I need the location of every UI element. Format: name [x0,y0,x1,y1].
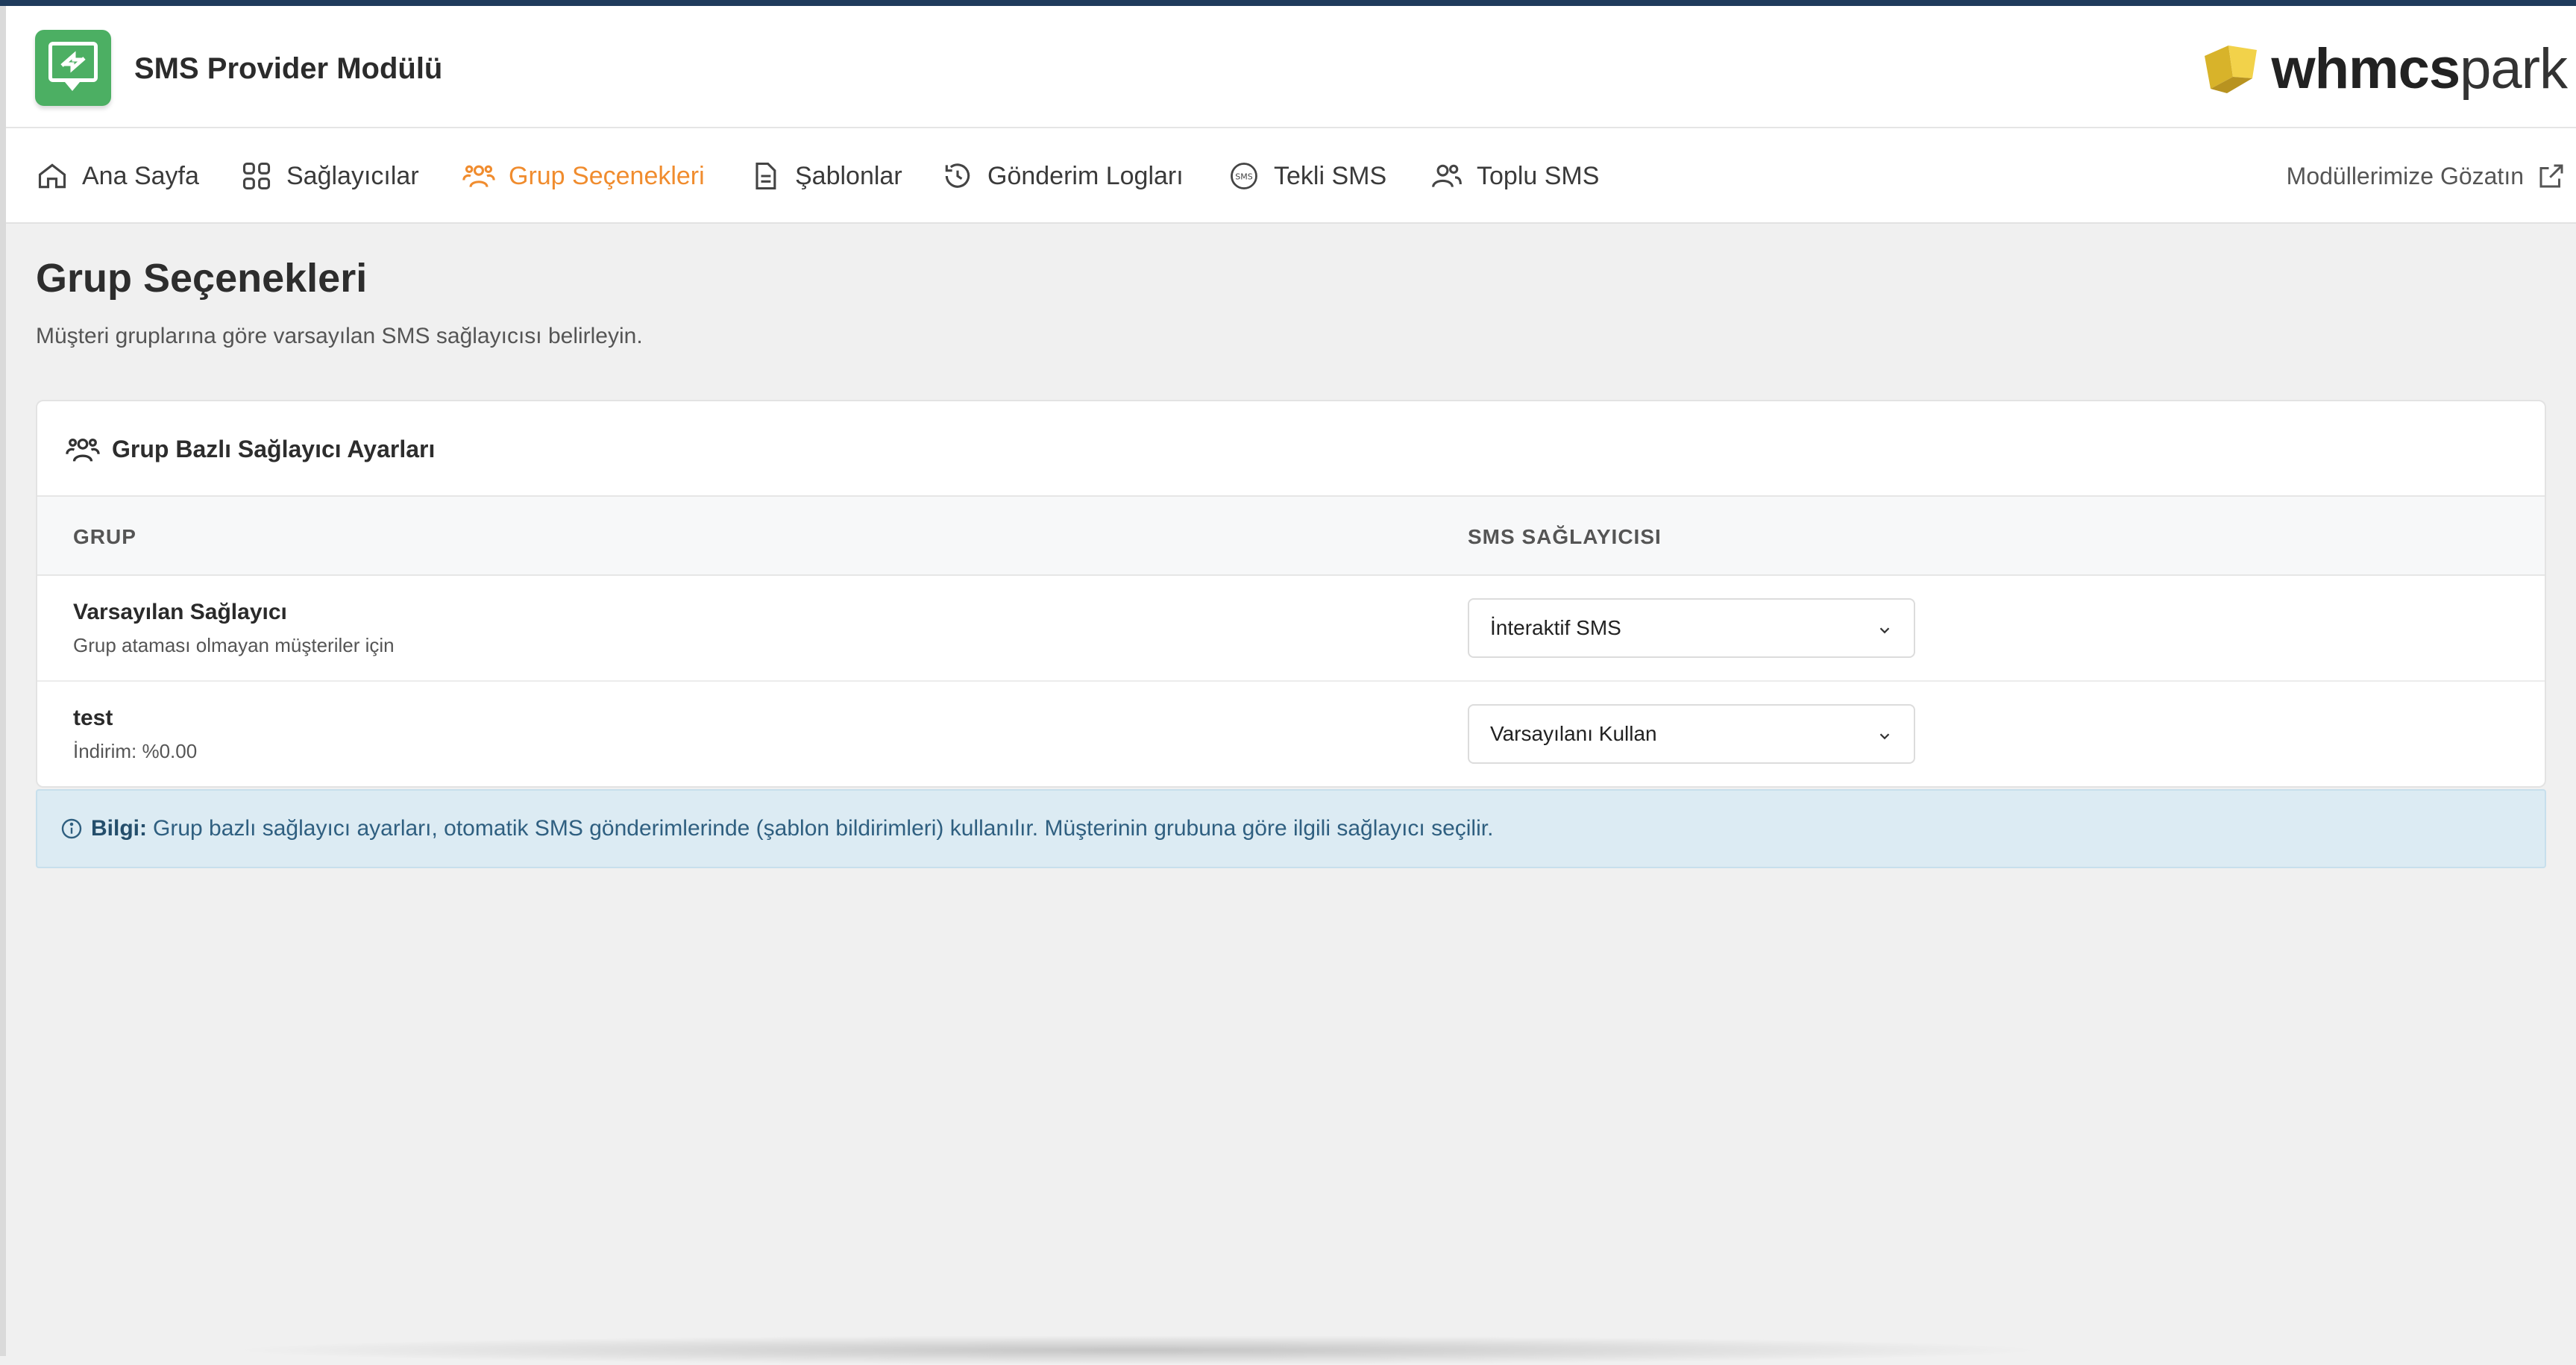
svg-text:SMS: SMS [1235,172,1252,182]
tab-gonderim-loglari[interactable]: Gönderim Logları [941,155,1184,197]
app-header: SMS Provider Modülü whmcspark [6,6,2576,128]
user-group-icon [1432,164,1462,188]
provider-select[interactable]: Varsayılanı Kullan [1468,704,1915,764]
tab-ana-sayfa[interactable]: Ana Sayfa [36,155,199,197]
table-row: test İndirim: %0.00 Varsayılanı Kullan [37,682,2545,786]
tab-grup-secenekleri[interactable]: Grup Seçenekleri [462,155,705,197]
external-link-icon [2539,164,2563,188]
grid-icon [242,162,271,190]
info-alert: Bilgi: Grup bazlı sağlayıcı ayarları, ot… [36,789,2546,868]
group-name: test [73,706,113,730]
column-header-provider: SMS SAĞLAYICISI [1468,525,1662,548]
tab-saglayicilar[interactable]: Sağlayıcılar [240,155,419,197]
group-name: Varsayılan Sağlayıcı [73,600,287,624]
swap-arrow-icon [60,51,86,73]
page-title: Grup Seçenekleri [36,256,368,301]
tab-toplu-sms[interactable]: Toplu SMS [1430,155,1599,197]
top-accent-bar [0,0,2576,6]
card-title: Grup Bazlı Sağlayıcı Ayarları [112,436,436,462]
users-icon [462,165,495,188]
info-text: Grup bazlı sağlayıcı ayarları, otomatik … [153,816,1494,841]
users-icon [66,438,100,462]
brand-wordmark: whmcspark [2271,37,2568,101]
info-icon [61,818,82,839]
tab-tekli-sms[interactable]: SMS Tekli SMS [1228,155,1386,197]
group-description: Grup ataması olmayan müşteriler için [73,634,395,656]
page-subtitle: Müşteri gruplarına göre varsayılan SMS s… [36,324,643,348]
brand-logo[interactable]: whmcspark [2197,36,2568,103]
window-left-edge [0,6,6,1356]
whmcspark-logo-icon [2204,46,2257,93]
chevron-down-icon [1879,627,1890,634]
tab-sablonlar[interactable]: Şablonlar [749,155,902,197]
home-icon [38,163,66,189]
table-header: GRUP SMS SAĞLAYICISI [37,497,2545,576]
group-provider-card: Grup Bazlı Sağlayıcı Ayarları GRUP SMS S… [36,400,2546,788]
sms-icon: SMS [1231,163,1257,189]
history-icon [945,163,970,188]
group-description: İndirim: %0.00 [73,740,198,762]
app-title: SMS Provider Modülü [134,52,443,85]
sms-app-icon [35,30,111,106]
column-header-group: GRUP [73,525,136,548]
table-row: Varsayılan Sağlayıcı Grup ataması olmaya… [37,576,2545,682]
card-header: Grup Bazlı Sağlayıcı Ayarları [37,401,2545,497]
chevron-down-icon [1879,733,1890,740]
provider-select-value: Varsayılanı Kullan [1490,722,1657,745]
info-label: Bilgi: [91,816,147,841]
modules-link[interactable]: Modüllerimize Gözatın [2287,155,2567,197]
bottom-shadow [224,1335,2051,1365]
provider-select[interactable]: İnteraktif SMS [1468,598,1915,658]
provider-select-value: İnteraktif SMS [1490,616,1621,639]
main-nav: Ana Sayfa Sağlayıcılar Grup Seçenekleri … [6,128,2576,224]
document-icon [755,162,776,190]
